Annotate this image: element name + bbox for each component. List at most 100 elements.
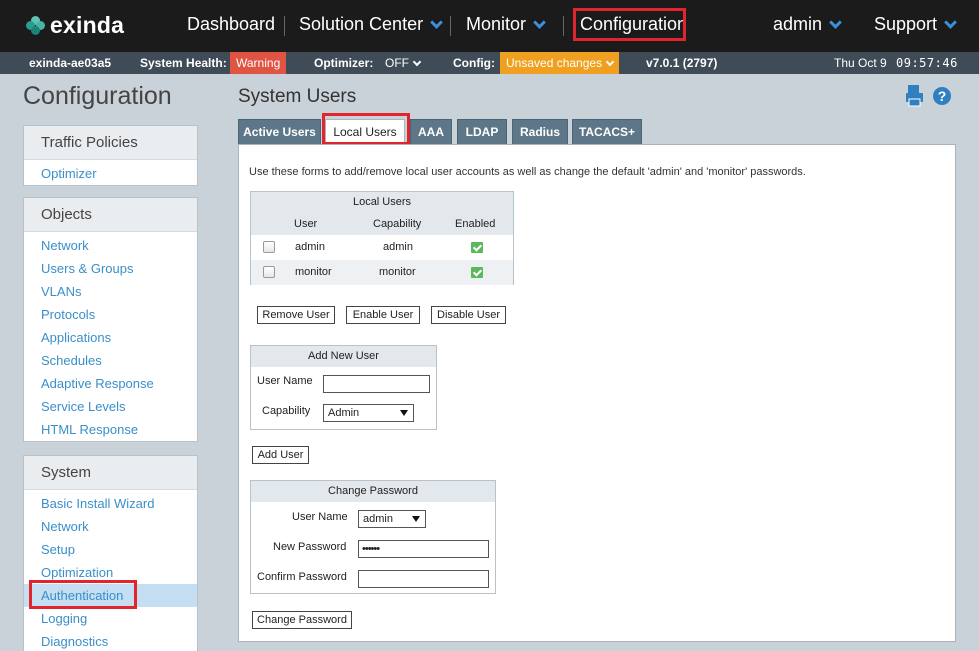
capability-value: Admin	[328, 407, 360, 419]
add-user-button[interactable]: Add User	[252, 446, 309, 464]
unsaved-changes-menu[interactable]: Unsaved changes	[500, 52, 620, 74]
tab-tacacs[interactable]: TACACS+	[572, 119, 642, 144]
capability-label: Capability	[262, 405, 311, 417]
add-user-form: Add New User User Name Capability Admin	[250, 345, 437, 430]
time: 09:57:46	[896, 56, 958, 70]
nav-monitor-label: Monitor	[466, 14, 527, 34]
sidebar-item-network[interactable]: Network	[24, 515, 197, 538]
version: v7.0.1 (2797)	[646, 56, 718, 70]
tab-ldap[interactable]: LDAP	[457, 119, 507, 144]
optimizer-label: Optimizer:	[314, 56, 374, 70]
chevron-down-icon	[430, 15, 443, 29]
sidebar-item-setup[interactable]: Setup	[24, 538, 197, 561]
username-label: User Name	[257, 375, 313, 387]
top-nav: exinda Dashboard Solution Center Monitor…	[0, 0, 979, 52]
chevron-down-icon	[605, 57, 615, 67]
cell-capability: admin	[383, 241, 413, 253]
exinda-logo-icon	[26, 15, 46, 36]
sidebar-section-traffic-policies: Traffic Policies Optimizer	[23, 125, 198, 186]
column-header-capability: Capability	[373, 218, 422, 230]
row-checkbox-monitor[interactable]	[263, 266, 275, 278]
nav-solution-center-label: Solution Center	[299, 14, 424, 34]
change-password-button[interactable]: Change Password	[252, 611, 352, 629]
date: Thu Oct 9	[834, 56, 887, 70]
nav-support[interactable]: Support	[874, 14, 957, 35]
config-value: Unsaved changes	[506, 56, 603, 70]
help-icon[interactable]: ?	[933, 87, 951, 105]
nav-user-label: admin	[773, 14, 823, 34]
tab-aaa[interactable]: AAA	[410, 119, 452, 144]
status-bar: exinda-ae03a5 System Health: Warning Opt…	[0, 52, 979, 74]
print-help-icons: ?	[906, 85, 951, 107]
panel-description: Use these forms to add/remove local user…	[249, 166, 806, 178]
cell-user: monitor	[295, 266, 332, 278]
nav-divider	[284, 16, 285, 36]
brand-logo[interactable]: exinda	[26, 12, 124, 39]
chevron-down-icon	[829, 15, 842, 29]
sidebar-item-vlans[interactable]: VLANs	[24, 280, 197, 303]
config-label: Config:	[453, 56, 495, 70]
nav-dashboard-label: Dashboard	[187, 14, 276, 34]
change-password-form: Change Password User Name admin New Pass…	[250, 480, 496, 594]
table-row: admin admin	[251, 235, 513, 260]
dropdown-arrow-icon	[400, 410, 408, 416]
optimizer-value: OFF	[385, 56, 409, 70]
sidebar-item-html-response[interactable]: HTML Response	[24, 418, 197, 441]
tab-radius[interactable]: Radius	[512, 119, 568, 144]
column-header-user: User	[294, 218, 318, 230]
nav-divider	[563, 16, 564, 36]
system-health-label: System Health:	[140, 56, 227, 70]
svg-text:?: ?	[938, 88, 947, 104]
sidebar-item-applications[interactable]: Applications	[24, 326, 197, 349]
nav-dashboard[interactable]: Dashboard	[187, 14, 275, 35]
nav-divider	[450, 16, 451, 36]
sidebar-section-objects: Objects Network Users & Groups VLANs Pro…	[23, 197, 198, 442]
highlight-box-authentication	[29, 580, 137, 609]
dropdown-arrow-icon	[412, 516, 420, 522]
cp-username-value: admin	[363, 513, 393, 525]
new-password-input[interactable]: ••••••	[358, 540, 489, 558]
sidebar-item-logging[interactable]: Logging	[24, 607, 197, 630]
nav-solution-center[interactable]: Solution Center	[299, 14, 443, 35]
enabled-check-icon	[471, 267, 483, 278]
row-checkbox-admin[interactable]	[263, 241, 275, 253]
sidebar-item-basic-install-wizard[interactable]: Basic Install Wizard	[24, 492, 197, 515]
remove-user-button[interactable]: Remove User	[257, 306, 335, 324]
new-username-input[interactable]	[323, 375, 430, 393]
system-health-badge[interactable]: Warning	[230, 52, 287, 74]
chevron-down-icon	[944, 15, 957, 29]
optimizer-toggle[interactable]: OFF	[385, 52, 422, 74]
toolbar-icons: ?	[906, 85, 956, 112]
chevron-down-icon	[533, 15, 546, 29]
print-icon[interactable]	[906, 85, 923, 107]
nav-user-menu[interactable]: admin	[773, 14, 842, 35]
page-title: Configuration	[23, 82, 172, 110]
table-header-row: User Capability Enabled	[251, 213, 513, 235]
new-password-label: New Password	[273, 541, 347, 553]
sidebar-item-diagnostics[interactable]: Diagnostics	[24, 630, 197, 651]
enabled-check-icon	[471, 242, 483, 253]
brand-name: exinda	[50, 12, 125, 38]
sidebar-item-users-groups[interactable]: Users & Groups	[24, 257, 197, 280]
local-users-table: Local Users User Capability Enabled admi…	[250, 191, 514, 285]
sidebar-item-service-levels[interactable]: Service Levels	[24, 395, 197, 418]
tab-active-users[interactable]: Active Users	[238, 119, 321, 144]
confirm-password-input[interactable]	[358, 570, 489, 588]
sidebar-item-adaptive-response[interactable]: Adaptive Response	[24, 372, 197, 395]
add-user-title: Add New User	[251, 346, 436, 367]
sidebar-item-optimizer[interactable]: Optimizer	[24, 162, 197, 185]
sidebar-item-protocols[interactable]: Protocols	[24, 303, 197, 326]
cp-username-select[interactable]: admin	[358, 510, 426, 528]
nav-monitor[interactable]: Monitor	[466, 14, 546, 35]
column-header-enabled: Enabled	[455, 218, 496, 230]
capability-select[interactable]: Admin	[323, 404, 414, 422]
confirm-password-label: Confirm Password	[257, 571, 347, 583]
sidebar-item-schedules[interactable]: Schedules	[24, 349, 197, 372]
disable-user-button[interactable]: Disable User	[431, 306, 506, 324]
sidebar-item-network[interactable]: Network	[24, 234, 197, 257]
sidebar-section-system: System Basic Install Wizard Network Setu…	[23, 455, 198, 651]
enable-user-button[interactable]: Enable User	[346, 306, 420, 324]
section-title: System Users	[238, 86, 357, 107]
local-users-title: Local Users	[251, 192, 513, 213]
change-password-title: Change Password	[251, 481, 495, 502]
